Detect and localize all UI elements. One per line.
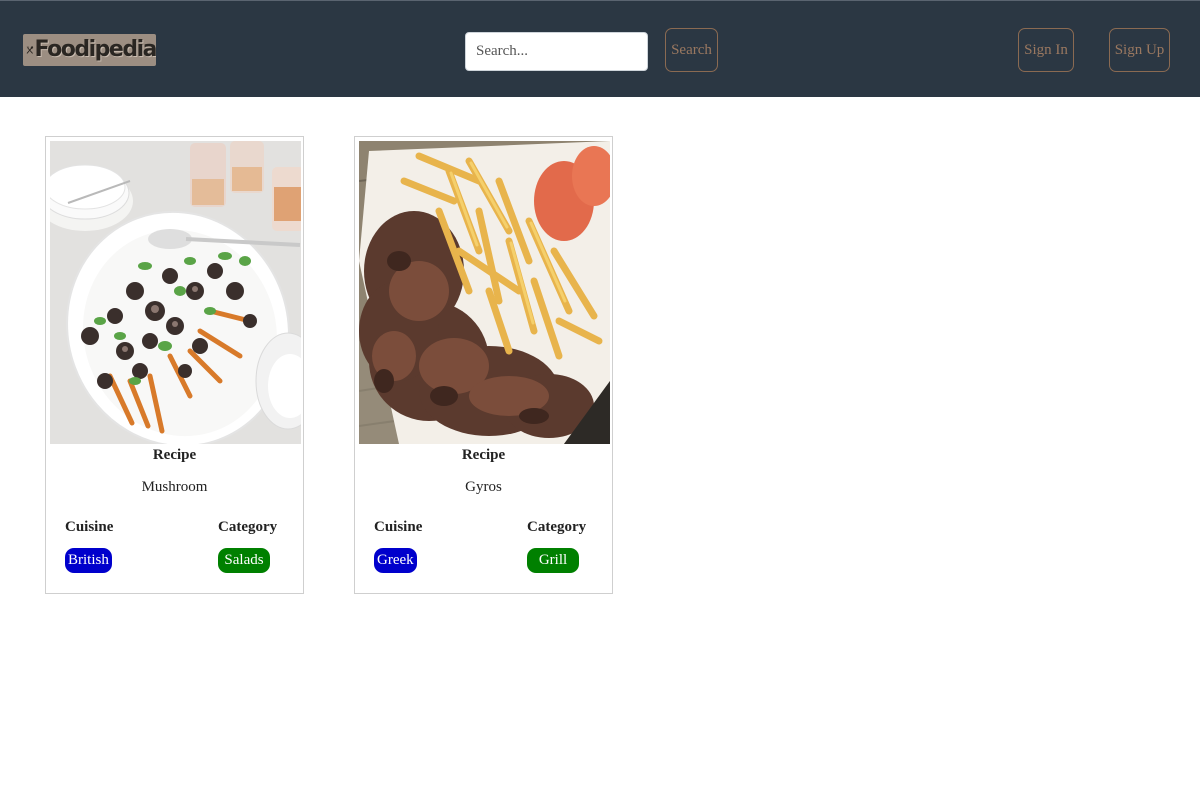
brand-logo[interactable]: Foodipedia <box>23 34 156 66</box>
search-button-label: Search <box>671 41 712 58</box>
recipe-heading: Recipe <box>152 447 197 463</box>
category-badge[interactable]: Salads <box>218 548 270 573</box>
category-label: Category <box>527 519 587 535</box>
brand-name: Foodipedia <box>34 37 156 62</box>
recipe-image[interactable] <box>50 141 301 444</box>
recipe-name[interactable]: Mushroom <box>46 479 303 496</box>
search-input[interactable] <box>465 32 648 71</box>
category-label: Category <box>218 519 278 535</box>
cuisine-badge[interactable]: British <box>65 548 112 573</box>
recipe-heading: Recipe <box>461 447 506 463</box>
top-navbar: Foodipedia Search Sign In Sign Up <box>0 0 1200 97</box>
sign-in-label: Sign In <box>1024 41 1068 58</box>
category-badge[interactable]: Grill <box>527 548 579 573</box>
recipe-card[interactable]: Recipe Gyros Cuisine Category Greek Gril… <box>354 136 613 594</box>
cuisine-label: Cuisine <box>65 519 114 535</box>
recipe-card[interactable]: Recipe Mushroom Cuisine Category British… <box>45 136 304 594</box>
cuisine-badge[interactable]: Greek <box>374 548 417 573</box>
sign-up-label: Sign Up <box>1114 41 1165 58</box>
cuisine-label: Cuisine <box>374 519 423 535</box>
recipe-name[interactable]: Gyros <box>355 479 612 496</box>
fork-spoon-icon <box>26 46 34 54</box>
search-button[interactable]: Search <box>665 28 718 72</box>
recipe-image[interactable] <box>359 141 610 444</box>
sign-up-button[interactable]: Sign Up <box>1109 28 1170 72</box>
sign-in-button[interactable]: Sign In <box>1018 28 1074 72</box>
